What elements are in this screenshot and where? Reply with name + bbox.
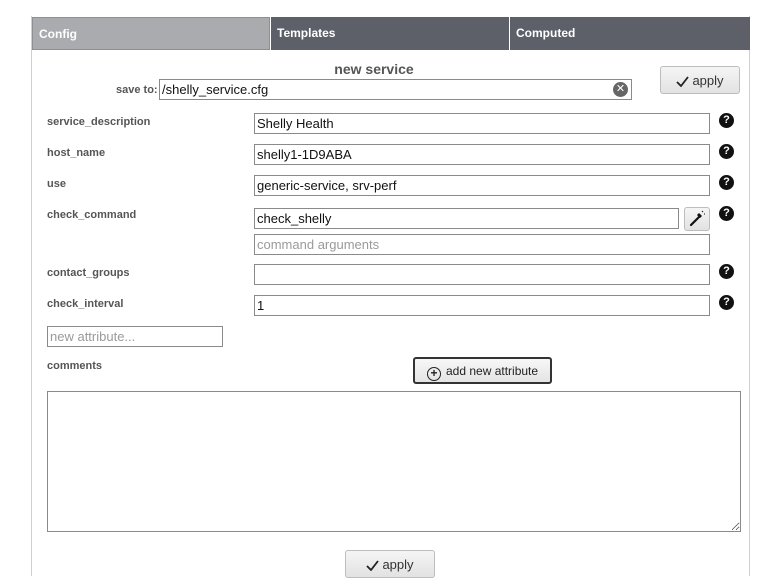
help-icon[interactable]: ? [719, 113, 734, 128]
help-icon[interactable]: ? [719, 144, 734, 159]
check-icon [676, 76, 690, 87]
check-icon [366, 560, 380, 571]
help-icon[interactable]: ? [719, 295, 734, 310]
host-name-label: host_name [47, 147, 106, 159]
apply-button-bottom[interactable]: apply [345, 550, 435, 578]
save-to-input[interactable] [159, 79, 632, 100]
check-command-input[interactable] [254, 208, 679, 229]
command-arguments-input[interactable] [254, 234, 710, 255]
help-icon[interactable]: ? [719, 206, 734, 221]
check-interval-label: check_interval [47, 298, 124, 310]
apply-label: apply [692, 73, 724, 88]
comments-textarea[interactable] [47, 391, 741, 532]
use-label: use [47, 178, 66, 190]
use-input[interactable] [254, 175, 710, 196]
service-description-label: service_description [47, 116, 151, 128]
tab-templates[interactable]: Templates [271, 17, 509, 50]
command-wizard-button[interactable] [684, 207, 710, 231]
contact-groups-label: contact_groups [47, 267, 130, 279]
service-description-input[interactable] [254, 113, 710, 134]
form-title: new service [334, 61, 414, 77]
wand-icon [689, 210, 705, 227]
contact-groups-input[interactable] [254, 264, 710, 285]
tab-computed[interactable]: Computed [510, 17, 750, 50]
help-icon[interactable]: ? [719, 175, 734, 190]
apply-label-bottom: apply [382, 557, 414, 572]
new-attribute-input[interactable] [47, 326, 223, 347]
check-command-label: check_command [47, 209, 137, 221]
apply-button[interactable]: apply [660, 66, 740, 94]
comments-label: comments [47, 360, 103, 372]
tab-bar: Config Templates Computed [32, 17, 750, 50]
add-attribute-label: add new attribute [446, 364, 539, 378]
save-to-label: save to: [116, 84, 158, 96]
add-attribute-button[interactable]: + add new attribute [413, 357, 552, 384]
host-name-input[interactable] [254, 144, 710, 165]
plus-circle-icon: + [427, 367, 441, 381]
clear-icon[interactable]: ✕ [613, 82, 628, 97]
check-interval-input[interactable] [254, 295, 710, 316]
help-icon[interactable]: ? [719, 264, 734, 279]
tab-config[interactable]: Config [32, 17, 270, 50]
